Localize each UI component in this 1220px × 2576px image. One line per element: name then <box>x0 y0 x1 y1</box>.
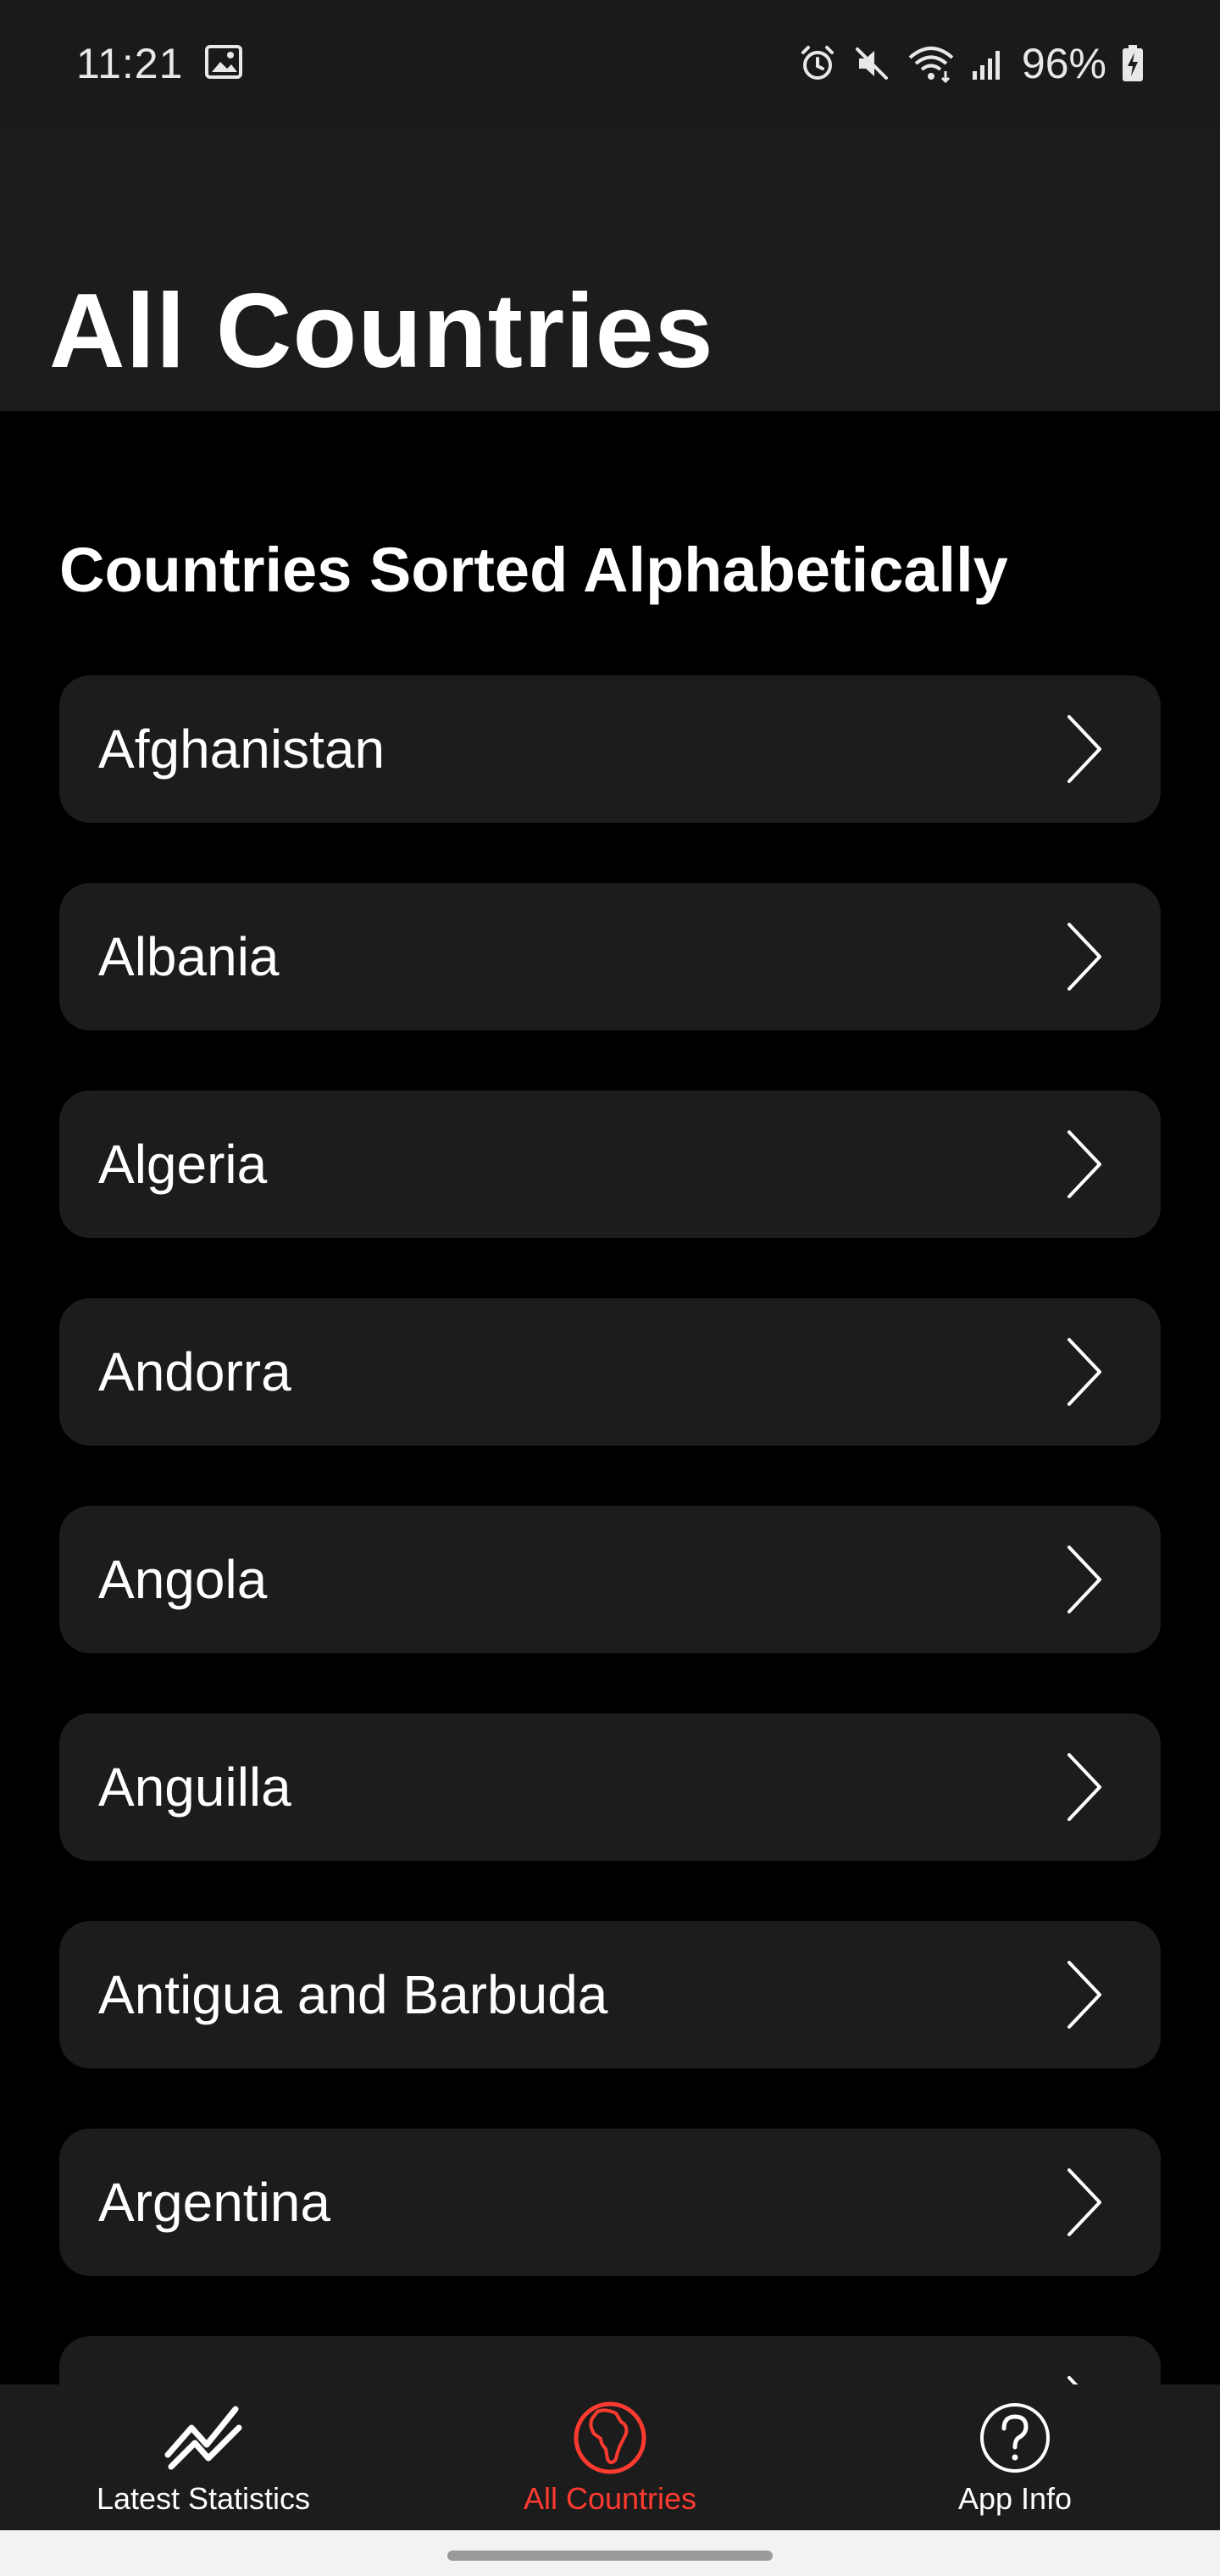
app-screen: 11:21 96% All Countries Countries Sorted… <box>0 0 1220 2576</box>
country-row-andorra[interactable]: Andorra <box>59 1298 1161 1446</box>
system-nav-bar <box>0 2530 1220 2576</box>
chevron-right-icon <box>1068 1753 1101 1821</box>
tab-label: App Info <box>957 2481 1073 2516</box>
country-row-anguilla[interactable]: Anguilla <box>59 1713 1161 1861</box>
header: All Countries <box>0 127 1220 411</box>
signal-icon <box>971 46 1006 81</box>
country-row-argentina[interactable]: Argentina <box>59 2129 1161 2276</box>
chevron-right-icon <box>1068 2168 1101 2236</box>
country-label: Afghanistan <box>98 719 385 780</box>
tab-label: Latest Statistics <box>96 2481 311 2516</box>
section-title: Countries Sorted Alphabetically <box>59 535 1008 605</box>
battery-percent: 96% <box>1021 40 1106 87</box>
status-bar: 11:21 96% <box>0 0 1220 127</box>
country-row-algeria[interactable]: Algeria <box>59 1091 1161 1238</box>
chevron-right-icon <box>1068 1338 1101 1406</box>
chevron-right-icon <box>1068 1961 1101 2029</box>
country-row-afghanistan[interactable]: Afghanistan <box>59 675 1161 823</box>
country-label: Antigua and Barbuda <box>98 1964 608 2025</box>
country-label: Andorra <box>98 1341 291 1402</box>
home-indicator[interactable] <box>447 2551 773 2561</box>
chevron-right-icon <box>1068 923 1101 991</box>
chevron-right-icon <box>1068 715 1101 783</box>
wifi-icon <box>907 44 956 83</box>
country-row-angola[interactable]: Angola <box>59 1506 1161 1653</box>
page-title: All Countries <box>49 273 714 390</box>
status-time: 11:21 <box>76 40 184 87</box>
image-icon <box>205 44 243 83</box>
trend-chart-icon <box>161 2400 246 2476</box>
tab-latest-statistics[interactable]: Latest Statistics <box>34 2384 373 2530</box>
country-label: Albania <box>98 926 280 987</box>
question-circle-icon <box>973 2400 1057 2476</box>
country-label: Anguilla <box>98 1757 291 1818</box>
chevron-right-icon <box>1068 1130 1101 1198</box>
tab-all-countries[interactable]: All Countries <box>441 2384 779 2530</box>
alarm-icon <box>798 44 837 83</box>
country-label: Algeria <box>98 1134 268 1195</box>
tab-app-info[interactable]: App Info <box>846 2384 1184 2530</box>
country-row-albania[interactable]: Albania <box>59 883 1161 1030</box>
country-row-antigua-and-barbuda[interactable]: Antigua and Barbuda <box>59 1921 1161 2068</box>
tab-label: All Countries <box>523 2481 697 2516</box>
status-right: 96% <box>798 39 1144 88</box>
country-label: Argentina <box>98 2172 330 2233</box>
country-label: Angola <box>98 1549 268 1610</box>
africa-globe-icon <box>568 2400 652 2476</box>
status-left: 11:21 <box>76 39 243 88</box>
battery-charging-icon <box>1122 45 1144 82</box>
mute-icon <box>852 44 891 83</box>
chevron-right-icon <box>1068 1546 1101 1613</box>
bottom-nav: Latest Statistics All Countries App Info <box>0 2384 1220 2530</box>
